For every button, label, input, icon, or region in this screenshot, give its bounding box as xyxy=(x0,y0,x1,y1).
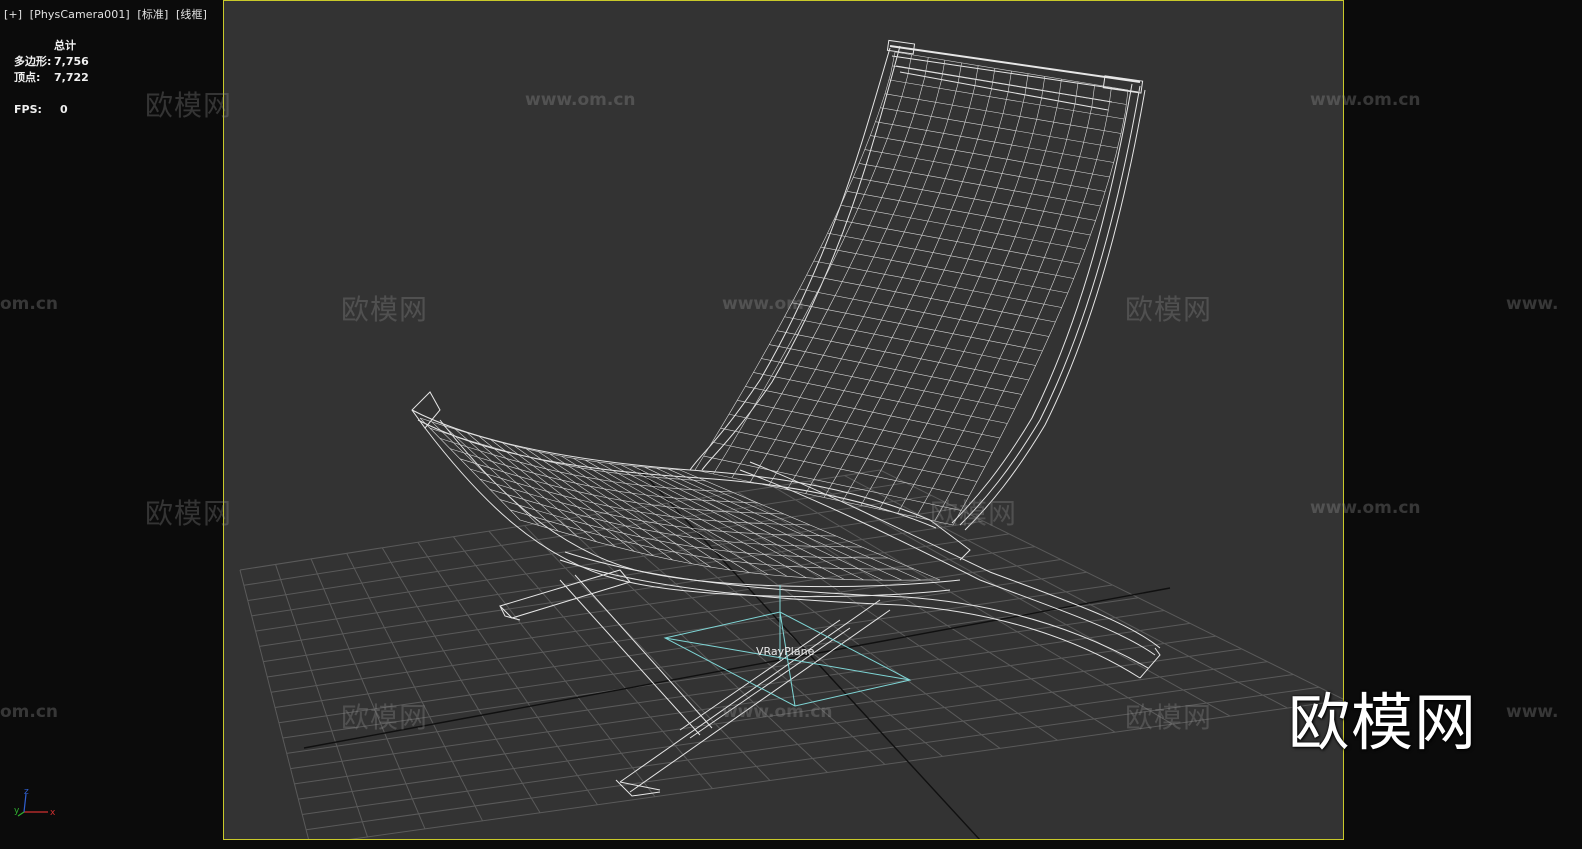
mesh-line xyxy=(694,51,896,471)
vertices-value: 7,722 xyxy=(54,71,89,84)
chair-wireframe[interactable] xyxy=(411,39,1161,797)
grid-line xyxy=(595,514,886,765)
mesh-line xyxy=(823,70,1012,498)
fps-label: FPS: xyxy=(14,103,42,116)
viewport-display-mode-menu[interactable]: [线框] xyxy=(176,8,207,21)
brand-logo: 欧模网 xyxy=(1288,686,1478,759)
mesh-line xyxy=(879,79,1062,510)
viewport-camera-menu[interactable]: [PhysCamera001] xyxy=(30,8,130,21)
mesh-line xyxy=(805,68,996,494)
grid-line xyxy=(282,610,1165,739)
axis-tripod-icon: x z y xyxy=(14,787,56,818)
axis-x-label: x xyxy=(50,808,56,818)
max-viewport-window: VRayPlane [+] [PhysCamera001] [标准] [线框] … xyxy=(0,0,1582,849)
grid-line xyxy=(879,469,1343,700)
grid-line xyxy=(286,622,1191,754)
axis-z-label: z xyxy=(24,787,29,797)
viewport-shading-menu[interactable]: [标准] xyxy=(137,8,168,21)
viewport-label-menu[interactable]: [+] [PhysCamera001] [标准] [线框] xyxy=(4,6,211,22)
polygons-value: 7,756 xyxy=(54,55,89,68)
stats-header: 总计 xyxy=(54,39,76,52)
viewport-statistics: 总计 多边形: 7,756 顶点: 7,722 FPS: 0 xyxy=(14,38,89,118)
polygons-label: 多边形: xyxy=(14,55,52,68)
grid-line xyxy=(349,699,1343,839)
grid-line xyxy=(306,686,1320,831)
axis-y-label: y xyxy=(14,806,20,816)
grid-line xyxy=(302,673,1294,815)
mesh-line xyxy=(459,458,785,515)
chair-mesh xyxy=(419,51,1129,581)
viewport-general-menu[interactable]: [+] xyxy=(4,8,22,21)
vrayplane-label: VRayPlane xyxy=(756,645,815,658)
grid-line xyxy=(290,635,1216,770)
grid-line xyxy=(844,475,1288,709)
vertices-label: 顶点: xyxy=(14,71,41,84)
mesh-line xyxy=(449,448,759,504)
fps-value: 0 xyxy=(60,103,68,116)
